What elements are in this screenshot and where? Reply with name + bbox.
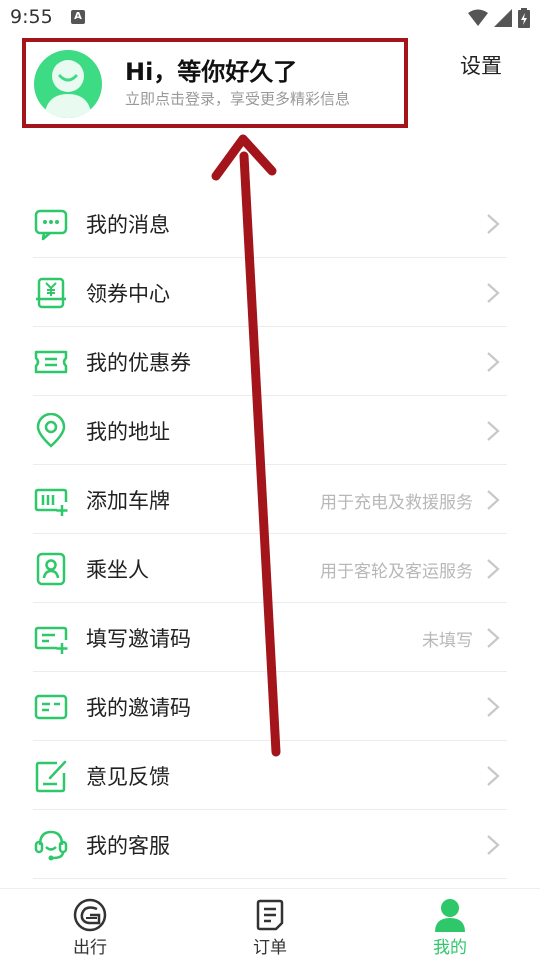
chevron-right-icon <box>487 697 500 717</box>
greeting-text: Hi，等你好久了 <box>125 58 298 86</box>
battery-icon <box>518 8 530 28</box>
avatar <box>34 50 102 118</box>
menu-item-add-license-plate[interactable]: 添加车牌 用于充电及救援服务 <box>33 465 507 534</box>
menu-item-label: 我的地址 <box>86 420 170 444</box>
tab-label: 我的 <box>433 938 467 958</box>
menu-item-address[interactable]: 我的地址 <box>33 396 507 465</box>
menu-item-hint: 用于客轮及客运服务 <box>320 562 473 582</box>
tab-mine[interactable]: 我的 <box>390 889 510 961</box>
travel-icon <box>73 898 107 932</box>
menu-item-label: 意见反馈 <box>86 765 170 789</box>
menu-item-hint: 用于充电及救援服务 <box>320 493 473 513</box>
menu-item-feedback[interactable]: 意见反馈 <box>33 741 507 810</box>
tab-label: 订单 <box>253 938 287 958</box>
menu-item-enter-invite-code[interactable]: 填写邀请码 未填写 <box>33 603 507 672</box>
chevron-right-icon <box>487 766 500 786</box>
signal-icon <box>494 9 512 27</box>
chevron-right-icon <box>487 214 500 234</box>
chevron-right-icon <box>487 559 500 579</box>
menu-item-coupon-center[interactable]: 领券中心 <box>33 258 507 327</box>
invite-code-icon <box>34 694 68 720</box>
menu-item-label: 领券中心 <box>86 282 170 306</box>
login-hint-text: 立即点击登录，享受更多精彩信息 <box>125 90 351 108</box>
menu-item-passengers[interactable]: 乘坐人 用于客轮及客运服务 <box>33 534 507 603</box>
status-icons <box>468 8 530 28</box>
settings-button[interactable]: 设置 <box>460 50 502 80</box>
chevron-right-icon <box>487 835 500 855</box>
bottom-tab-bar: 出行 订单 我的 <box>0 888 540 960</box>
chevron-right-icon <box>487 490 500 510</box>
menu-item-label: 我的优惠券 <box>86 351 191 375</box>
order-icon <box>256 899 284 931</box>
tab-travel[interactable]: 出行 <box>30 889 150 961</box>
menu-item-messages[interactable]: 我的消息 <box>33 189 507 258</box>
menu-item-label: 我的客服 <box>86 834 170 858</box>
customer-service-icon <box>34 830 68 861</box>
menu-item-my-invite-code[interactable]: 我的邀请码 <box>33 672 507 741</box>
menu-item-label: 乘坐人 <box>86 558 149 582</box>
feedback-icon <box>35 760 67 793</box>
menu-item-label: 添加车牌 <box>86 489 170 513</box>
passenger-icon <box>36 552 66 586</box>
menu-item-label: 我的消息 <box>86 213 170 237</box>
menu-item-label: 我的邀请码 <box>86 696 191 720</box>
notification-a-icon: A <box>71 10 85 24</box>
ticket-icon <box>34 350 68 374</box>
enter-invite-code-icon <box>34 626 68 654</box>
tab-orders[interactable]: 订单 <box>210 889 330 961</box>
tab-label: 出行 <box>73 938 107 958</box>
menu-item-label: 填写邀请码 <box>86 627 191 651</box>
message-icon <box>34 209 68 241</box>
login-profile-card[interactable]: Hi，等你好久了 立即点击登录，享受更多精彩信息 <box>22 38 408 128</box>
chevron-right-icon <box>487 283 500 303</box>
menu-list: 我的消息 领券中心 我的优惠券 我的地址 添加车牌 用于充电及救援服务 乘坐人 … <box>33 189 507 879</box>
chevron-right-icon <box>487 421 500 441</box>
profile-icon <box>435 899 465 932</box>
status-bar: 9:55 A <box>0 0 540 36</box>
license-plate-icon <box>34 488 68 516</box>
chevron-right-icon <box>487 628 500 648</box>
menu-item-customer-service[interactable]: 我的客服 <box>33 810 507 879</box>
coupon-center-icon <box>36 277 66 309</box>
wifi-icon <box>468 9 488 26</box>
location-icon <box>36 413 66 448</box>
chevron-right-icon <box>487 352 500 372</box>
menu-item-hint: 未填写 <box>422 631 473 651</box>
status-time: 9:55 <box>10 6 53 28</box>
menu-item-coupons[interactable]: 我的优惠券 <box>33 327 507 396</box>
